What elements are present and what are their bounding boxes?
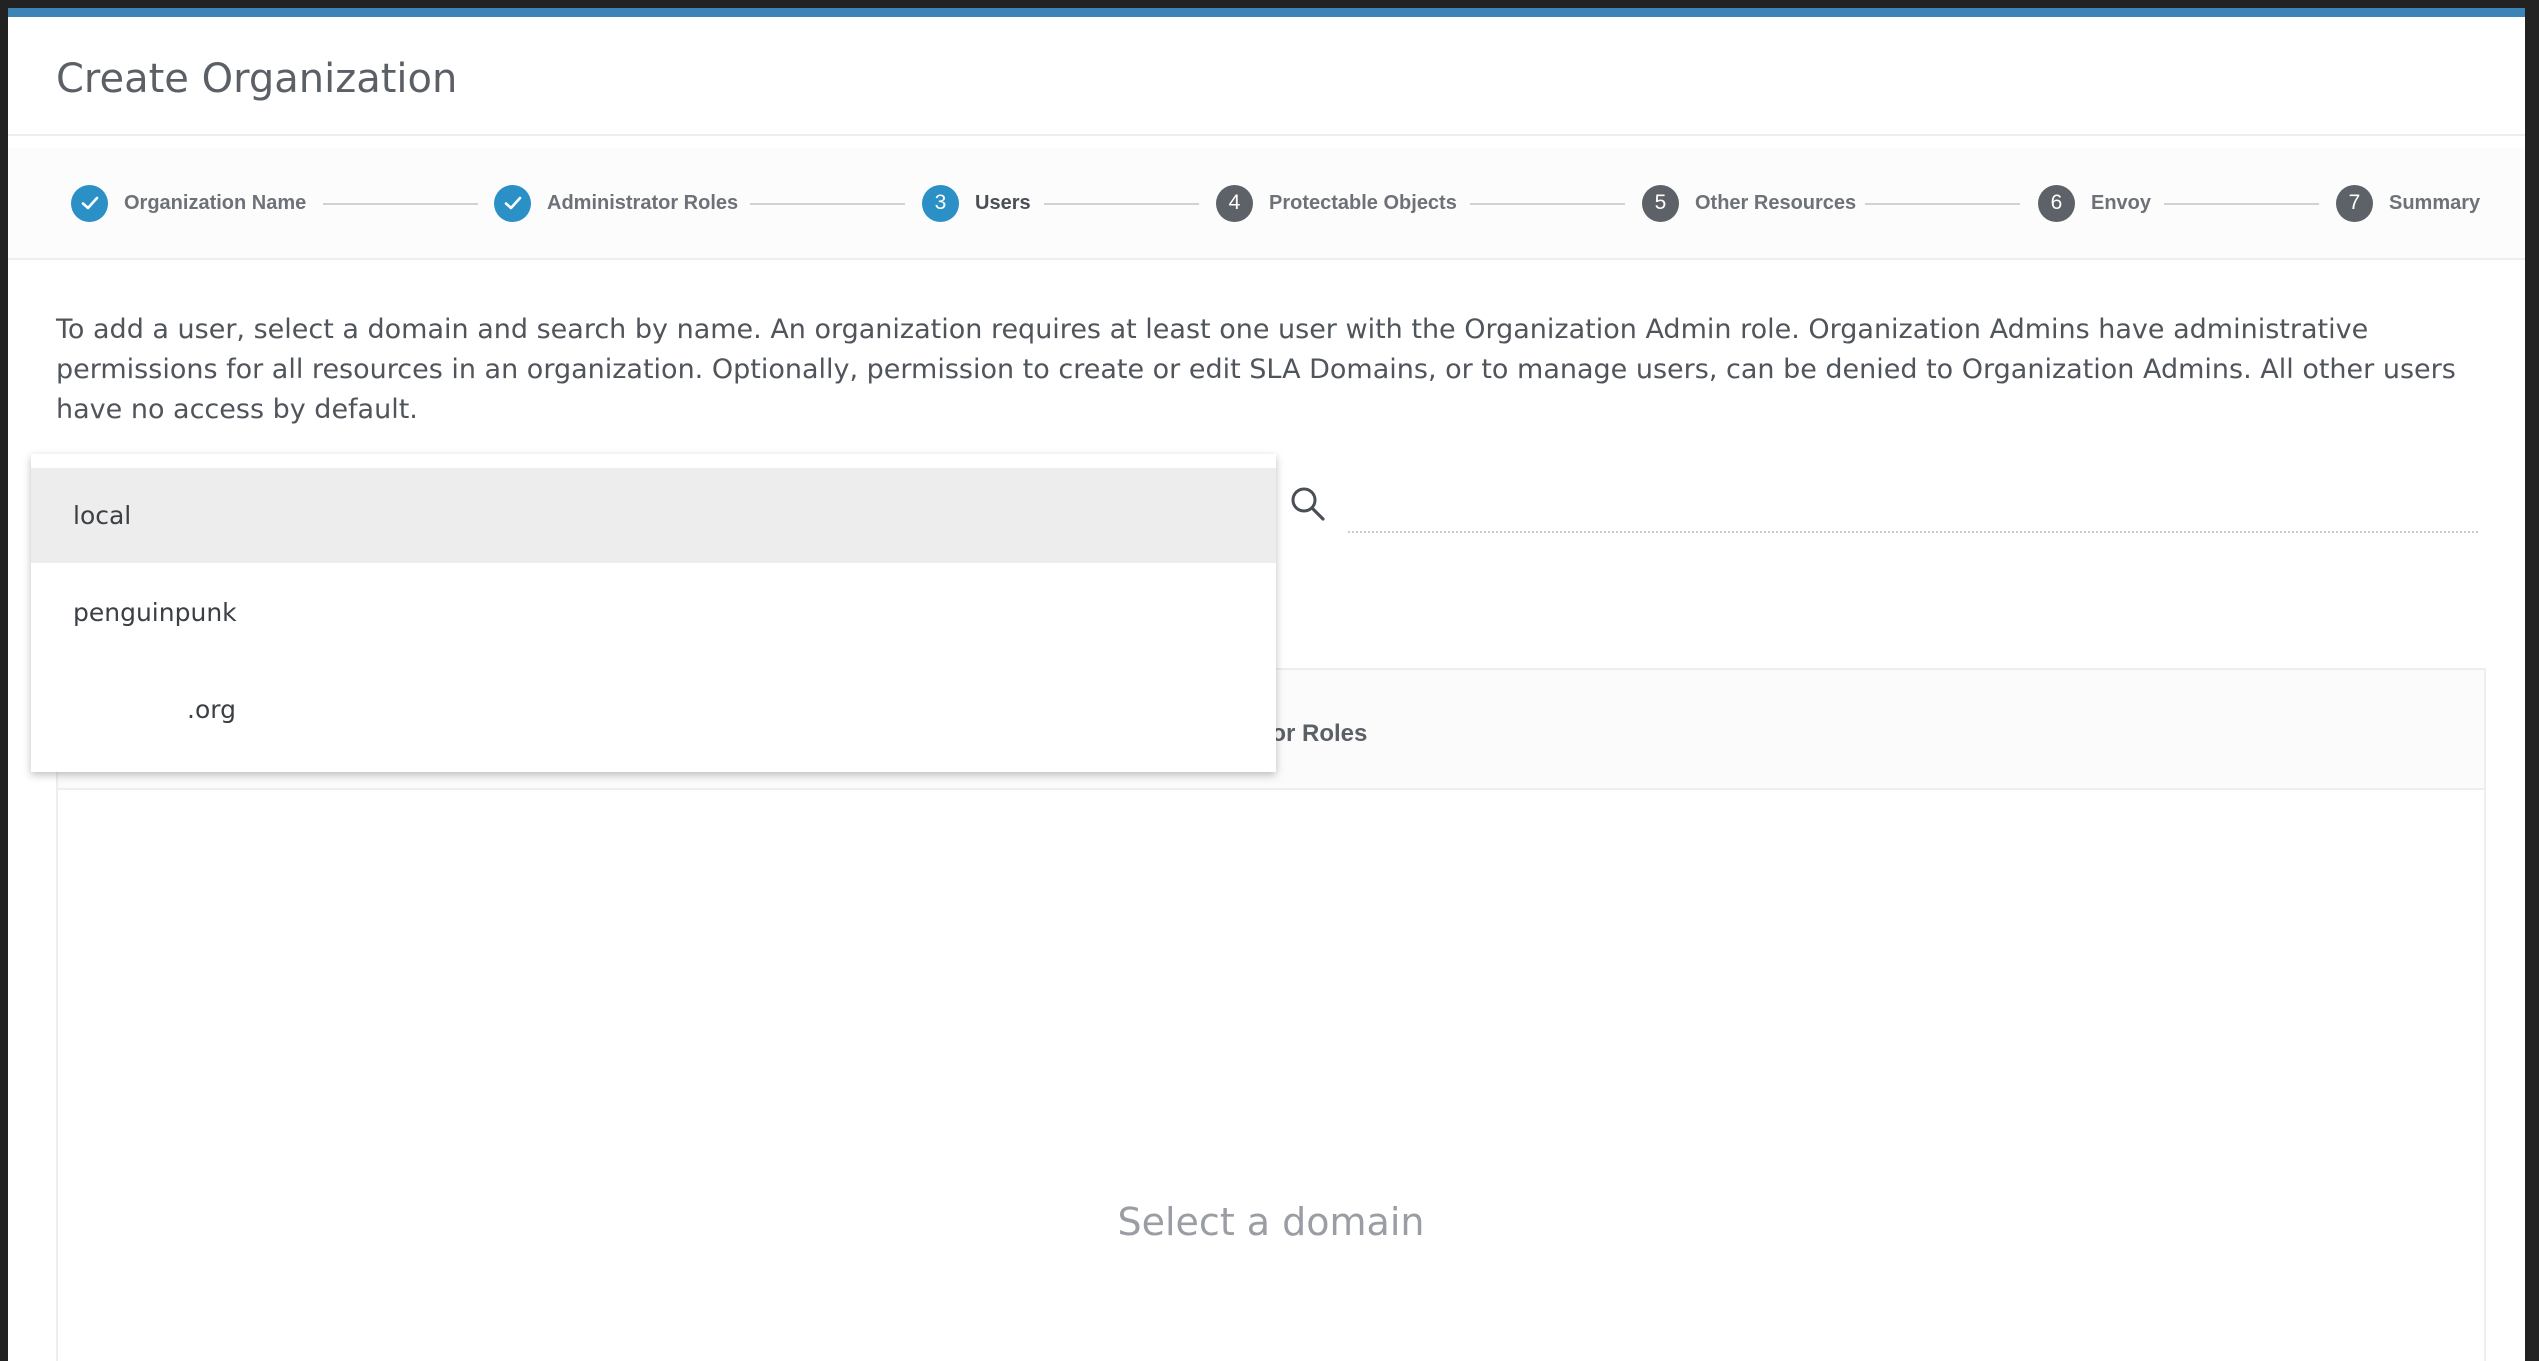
domain-option-org[interactable]: .org	[31, 662, 1276, 757]
step-connector	[1470, 203, 1625, 205]
domain-option-penguinpunk[interactable]: penguinpunk	[31, 565, 1276, 660]
create-organization-dialog: Create Organization Organization Name Ad…	[8, 8, 2525, 1361]
step-label: Summary	[2389, 191, 2481, 214]
step-label: Protectable Objects	[1269, 191, 1457, 214]
step-other-resources[interactable]: 5 Other Resources	[1642, 184, 1856, 222]
step-label: Administrator Roles	[547, 191, 739, 214]
domain-dropdown-menu: local penguinpunk .org	[31, 454, 1276, 772]
step-administrator-roles[interactable]: Administrator Roles	[494, 184, 738, 222]
step-connector	[323, 203, 478, 205]
step-number: 4	[1216, 184, 1253, 222]
step-number: 6	[2038, 184, 2075, 222]
step-summary[interactable]: 7 Summary	[2336, 184, 2480, 222]
step-envoy[interactable]: 6 Envoy	[2038, 184, 2151, 222]
step-connector	[1865, 203, 2020, 205]
dialog-top-accent-bar	[8, 8, 2525, 17]
step-number: 5	[1642, 184, 1679, 222]
step-protectable-objects[interactable]: 4 Protectable Objects	[1216, 184, 1457, 222]
option-label: .org	[187, 695, 236, 724]
step-connector	[2164, 203, 2319, 205]
empty-state-message: Select a domain	[1117, 1200, 1425, 1244]
check-icon	[494, 184, 531, 222]
check-icon	[71, 184, 108, 222]
step-label: Organization Name	[124, 191, 307, 214]
instructions-text: To add a user, select a domain and searc…	[56, 314, 2456, 425]
user-search-input[interactable]	[1348, 531, 2478, 533]
dialog-title: Create Organization	[56, 56, 458, 102]
stepper-divider	[8, 258, 2525, 260]
step-number: 3	[922, 184, 959, 222]
search-icon[interactable]	[1288, 484, 1328, 524]
step-users[interactable]: 3 Users	[922, 184, 1031, 222]
option-label: local	[73, 501, 132, 530]
option-label: penguinpunk	[73, 598, 237, 627]
wizard-stepper: Organization Name Administrator Roles 3 …	[8, 148, 2525, 258]
step-label: Other Resources	[1695, 191, 1857, 214]
domain-option-local[interactable]: local	[31, 468, 1276, 563]
step-connector	[750, 203, 905, 205]
title-divider	[8, 134, 2525, 136]
step-label: Users	[975, 191, 1031, 214]
step-organization-name[interactable]: Organization Name	[71, 184, 306, 222]
step-label: Envoy	[2091, 191, 2152, 214]
step-connector	[1044, 203, 1199, 205]
step-number: 7	[2336, 184, 2373, 222]
